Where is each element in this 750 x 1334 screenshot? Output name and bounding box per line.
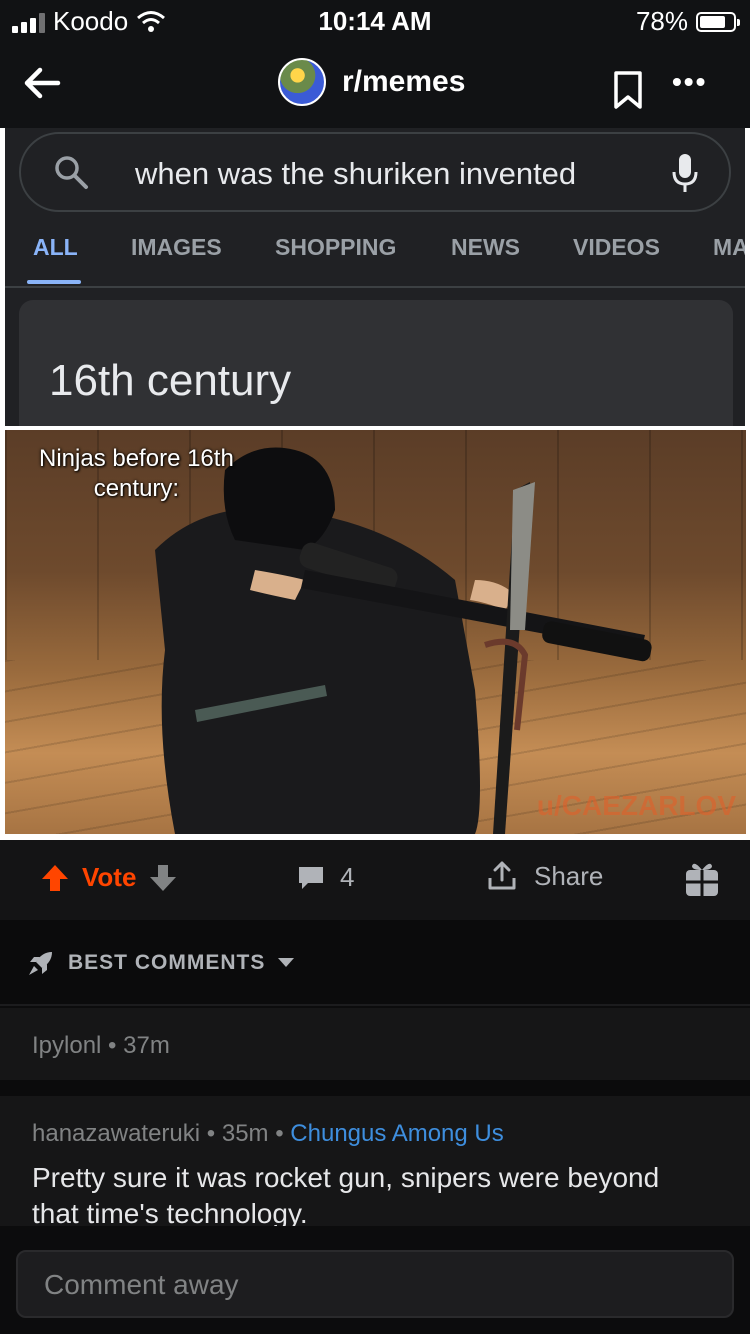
meme-caption: Ninjas before 16th century: xyxy=(39,445,234,502)
answer-card: 16th century xyxy=(19,300,733,426)
comment-age: 37m xyxy=(123,1032,170,1059)
comment-input[interactable]: Comment away xyxy=(16,1250,734,1318)
microphone-icon xyxy=(672,154,698,192)
comment-body: Pretty sure it was rocket gun, snipers w… xyxy=(32,1162,660,1226)
rocket-icon xyxy=(29,952,52,975)
comment[interactable]: hanazawateruki • 35m • Chungus Among Us … xyxy=(0,1096,750,1226)
comment-age: 35m xyxy=(221,1120,269,1147)
meta-separator: • xyxy=(206,1120,222,1147)
chevron-down-icon xyxy=(278,958,295,967)
comment-collapsed[interactable]: Ipylonl • 37m xyxy=(0,1008,750,1080)
subreddit-header[interactable]: r/memes xyxy=(278,58,465,106)
comment-count: 4 xyxy=(340,862,355,892)
award-gift-icon[interactable] xyxy=(684,860,720,898)
nav-bar: r/memes ••• xyxy=(0,40,750,128)
google-tab-all: ALL xyxy=(33,234,78,260)
user-flair: Chungus Among Us xyxy=(290,1120,504,1147)
meta-separator: • xyxy=(275,1120,291,1147)
ninja-photo: Ninjas before 16th century: u/CAEZARLOV xyxy=(5,430,746,834)
meta-separator: • xyxy=(108,1032,124,1059)
more-options-icon[interactable]: ••• xyxy=(672,66,707,98)
google-tab-images: IMAGES xyxy=(131,234,222,260)
upvote-icon[interactable] xyxy=(40,863,70,893)
google-tab-videos: VIDEOS xyxy=(573,234,660,260)
answer-text: 16th century xyxy=(49,356,292,405)
active-tab-indicator xyxy=(27,280,81,284)
post-action-bar: Vote 4 Share xyxy=(0,840,750,920)
comment-author[interactable]: hanazawateruki xyxy=(32,1120,200,1147)
comments-button[interactable]: 4 xyxy=(296,862,354,893)
comment-sort-bar[interactable]: BEST COMMENTS xyxy=(0,920,750,1006)
comment-meta: Ipylonl • 37m xyxy=(32,1032,170,1060)
status-bar: Koodo 10:14 AM 78% xyxy=(0,0,750,40)
battery-icon xyxy=(696,11,740,32)
share-label: Share xyxy=(534,860,604,891)
google-tab-more: MA xyxy=(713,234,745,260)
divider xyxy=(5,286,745,288)
share-button[interactable]: Share xyxy=(486,860,603,892)
comment-composer: Comment away xyxy=(0,1226,750,1334)
sort-label: BEST COMMENTS xyxy=(68,951,266,974)
downvote-icon[interactable] xyxy=(148,863,178,893)
comment-placeholder: Comment away xyxy=(44,1269,239,1300)
battery-percent: 78% xyxy=(635,6,688,36)
google-tabs: ALL IMAGES SHOPPING NEWS VIDEOS MA xyxy=(5,234,745,282)
bookmark-icon[interactable] xyxy=(612,70,644,110)
search-query: when was the shuriken invented xyxy=(135,156,577,191)
watermark: u/CAEZARLOV xyxy=(536,790,736,821)
subreddit-name: r/memes xyxy=(342,65,466,98)
comment-icon xyxy=(299,866,323,889)
share-icon xyxy=(488,861,516,890)
status-right: 78% xyxy=(635,6,740,37)
comment-meta: hanazawateruki • 35m • Chungus Among Us xyxy=(32,1120,504,1148)
google-tab-news: NEWS xyxy=(451,234,520,260)
comment-gap xyxy=(0,1080,750,1096)
google-tab-shopping: SHOPPING xyxy=(275,234,397,260)
search-icon xyxy=(55,156,88,189)
subreddit-avatar xyxy=(278,58,326,106)
google-search-screenshot: when was the shuriken invented ALL IMAGE… xyxy=(5,128,745,426)
post-image[interactable]: when was the shuriken invented ALL IMAGE… xyxy=(0,128,750,840)
sort-selector[interactable]: BEST COMMENTS xyxy=(26,948,295,978)
google-search-bar: when was the shuriken invented xyxy=(19,132,731,212)
comment-author: Ipylonl xyxy=(32,1032,102,1059)
vote-control: Vote xyxy=(40,862,178,893)
back-arrow-icon[interactable] xyxy=(18,58,68,108)
vote-label: Vote xyxy=(82,862,137,892)
